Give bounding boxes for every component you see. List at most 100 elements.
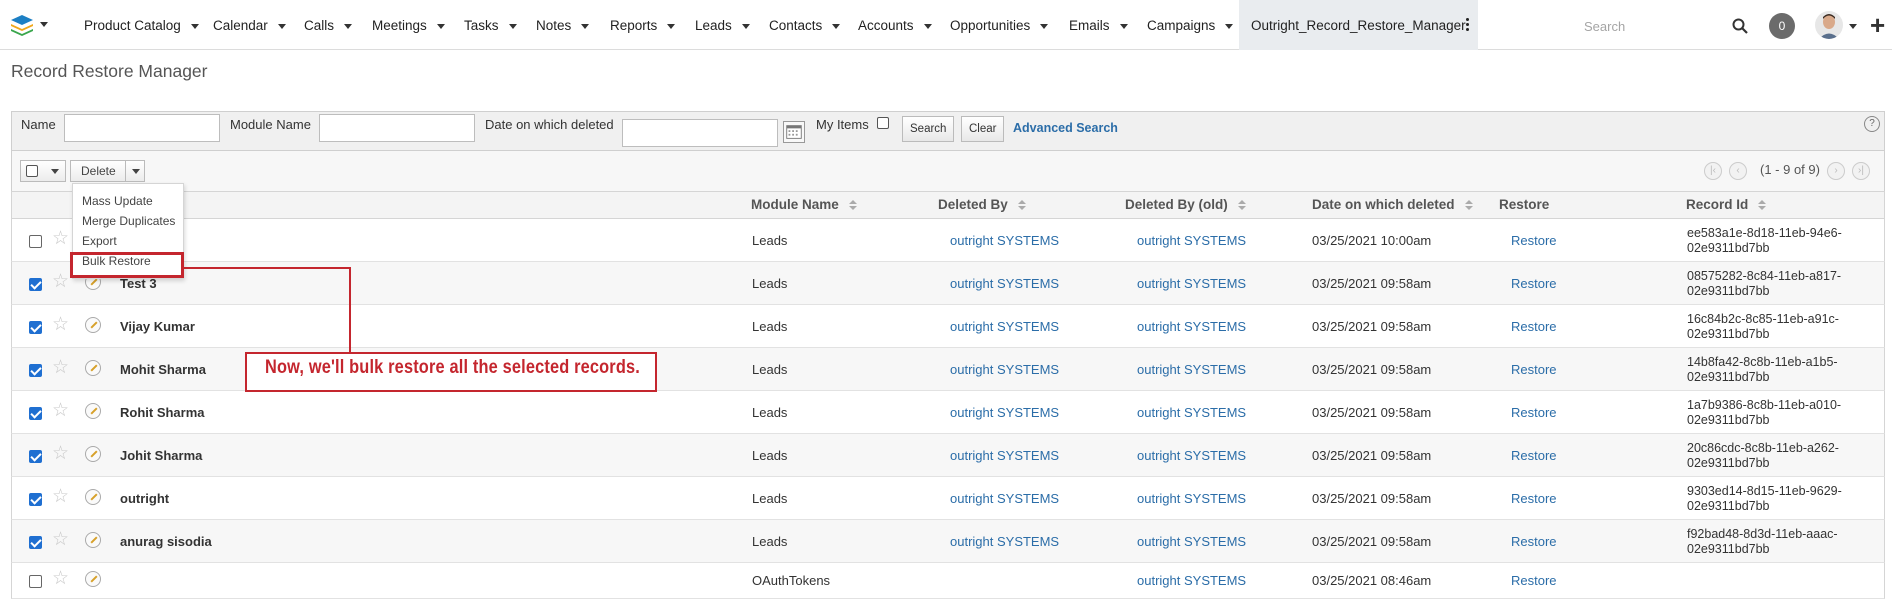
nav-item-campaigns[interactable]: Campaigns <box>1147 0 1234 50</box>
record-name[interactable]: anurag sisodia <box>120 534 212 549</box>
edit-pencil-icon[interactable] <box>85 532 101 548</box>
sort-icon[interactable] <box>1758 200 1767 210</box>
star-icon[interactable]: ☆ <box>52 229 69 248</box>
table-row[interactable]: ☆ Leads outright SYSTEMS outright SYSTEMS 03… <box>11 219 1885 262</box>
record-name[interactable]: Vijay Kumar <box>120 319 195 334</box>
column-header-deleted-by-old[interactable]: Deleted By (old) <box>1125 197 1246 212</box>
deleted-by-link[interactable]: outright SYSTEMS <box>950 448 1059 463</box>
star-icon[interactable]: ☆ <box>52 401 69 420</box>
delete-label[interactable]: Delete <box>81 164 116 178</box>
restore-link[interactable]: Restore <box>1511 573 1557 588</box>
row-checkbox[interactable] <box>29 321 42 334</box>
nav-item-accounts[interactable]: Accounts <box>858 0 932 50</box>
deleted-by-link[interactable]: outright SYSTEMS <box>950 491 1059 506</box>
clear-button[interactable]: Clear <box>961 116 1005 142</box>
edit-pencil-icon[interactable] <box>85 360 101 376</box>
deleted-by-old-link[interactable]: outright SYSTEMS <box>1137 491 1246 506</box>
table-row[interactable]: ☆ OAuthTokens outright SYSTEMS 03/25/2021 0… <box>11 563 1885 599</box>
record-name[interactable]: Johit Sharma <box>120 448 202 463</box>
restore-link[interactable]: Restore <box>1511 319 1557 334</box>
nav-item-record-restore-manager[interactable]: Outright_Record_Restore_Manager <box>1239 0 1478 50</box>
avatar[interactable] <box>1815 11 1843 39</box>
restore-link[interactable]: Restore <box>1511 276 1557 291</box>
record-name[interactable]: Rohit Sharma <box>120 405 205 420</box>
advanced-search-link[interactable]: Advanced Search <box>1013 121 1118 135</box>
nav-item-emails[interactable]: Emails <box>1069 0 1128 50</box>
table-row[interactable]: ☆ Vijay Kumar Leads outright SYSTEMS outrigh… <box>11 305 1885 348</box>
next-page-icon[interactable]: › <box>1827 162 1845 180</box>
deleted-by-old-link[interactable]: outright SYSTEMS <box>1137 405 1246 420</box>
chevron-down-icon[interactable] <box>741 23 750 29</box>
chevron-down-icon[interactable] <box>667 23 676 29</box>
deleted-by-link[interactable]: outright SYSTEMS <box>950 233 1059 248</box>
star-icon[interactable]: ☆ <box>52 358 69 377</box>
chevron-down-icon[interactable] <box>1040 23 1049 29</box>
edit-pencil-icon[interactable] <box>85 571 101 587</box>
chevron-down-icon[interactable] <box>132 169 140 174</box>
first-page-icon[interactable]: |‹ <box>1704 162 1722 180</box>
row-checkbox[interactable] <box>29 235 42 248</box>
notification-badge[interactable]: 0 <box>1769 13 1795 39</box>
sort-icon[interactable] <box>848 200 857 210</box>
row-checkbox[interactable] <box>29 575 42 588</box>
nav-item-contacts[interactable]: Contacts <box>769 0 841 50</box>
global-search-input[interactable] <box>1580 12 1746 40</box>
menu-item-merge-duplicates[interactable]: Merge Duplicates <box>82 214 175 228</box>
edit-pencil-icon[interactable] <box>85 446 101 462</box>
chevron-down-icon[interactable] <box>51 169 59 174</box>
nav-item-calendar[interactable]: Calendar <box>213 0 286 50</box>
nav-item-calls[interactable]: Calls <box>304 0 353 50</box>
more-vertical-icon[interactable] <box>1466 18 1470 32</box>
record-name[interactable]: Mohit Sharma <box>120 362 206 377</box>
restore-link[interactable]: Restore <box>1511 448 1557 463</box>
edit-pencil-icon[interactable] <box>85 403 101 419</box>
deleted-by-old-link[interactable]: outright SYSTEMS <box>1137 448 1246 463</box>
last-page-icon[interactable]: ›| <box>1852 162 1870 180</box>
chevron-down-icon[interactable] <box>436 23 445 29</box>
chevron-down-icon[interactable] <box>832 23 841 29</box>
star-icon[interactable]: ☆ <box>52 444 69 463</box>
row-checkbox[interactable] <box>29 536 42 549</box>
star-icon[interactable]: ☆ <box>52 315 69 334</box>
nav-item-meetings[interactable]: Meetings <box>372 0 445 50</box>
help-icon[interactable]: ? <box>1864 116 1880 132</box>
menu-item-export[interactable]: Export <box>82 234 117 248</box>
plus-icon[interactable]: + <box>1870 12 1885 38</box>
deleted-by-old-link[interactable]: outright SYSTEMS <box>1137 276 1246 291</box>
search-icon[interactable] <box>1732 18 1748 34</box>
deleted-by-link[interactable]: outright SYSTEMS <box>950 319 1059 334</box>
restore-link[interactable]: Restore <box>1511 534 1557 549</box>
date-deleted-input[interactable] <box>622 119 778 147</box>
sort-icon[interactable] <box>1464 200 1473 210</box>
row-checkbox[interactable] <box>29 278 42 291</box>
name-input[interactable] <box>64 114 220 142</box>
restore-link[interactable]: Restore <box>1511 362 1557 377</box>
deleted-by-link[interactable]: outright SYSTEMS <box>950 534 1059 549</box>
deleted-by-old-link[interactable]: outright SYSTEMS <box>1137 573 1246 588</box>
deleted-by-old-link[interactable]: outright SYSTEMS <box>1137 534 1246 549</box>
row-checkbox[interactable] <box>29 407 42 420</box>
row-checkbox[interactable] <box>29 450 42 463</box>
select-all-dropdown[interactable] <box>20 160 66 182</box>
table-row[interactable]: ☆ Rohit Sharma Leads outright SYSTEMS outrig… <box>11 391 1885 434</box>
chevron-down-icon[interactable] <box>277 23 286 29</box>
sort-icon[interactable] <box>1237 200 1246 210</box>
edit-pencil-icon[interactable] <box>85 317 101 333</box>
chevron-down-icon[interactable] <box>190 23 199 29</box>
nav-item-tasks[interactable]: Tasks <box>464 0 517 50</box>
edit-pencil-icon[interactable] <box>85 489 101 505</box>
column-header-deleted-by[interactable]: Deleted By <box>938 197 1026 212</box>
sort-icon[interactable] <box>1017 200 1026 210</box>
star-icon[interactable]: ☆ <box>52 487 69 506</box>
chevron-down-icon[interactable] <box>923 23 932 29</box>
nav-item-product-catalog[interactable]: Product Catalog <box>84 0 199 50</box>
nav-item-reports[interactable]: Reports <box>610 0 676 50</box>
deleted-by-link[interactable]: outright SYSTEMS <box>950 276 1059 291</box>
chevron-down-icon[interactable] <box>1119 23 1128 29</box>
calendar-icon[interactable] <box>783 121 805 143</box>
table-row[interactable]: ☆ outright Leads outright SYSTEMS outright S… <box>11 477 1885 520</box>
nav-item-opportunities[interactable]: Opportunities <box>950 0 1049 50</box>
column-header-module-name[interactable]: Module Name <box>751 197 857 212</box>
chevron-down-icon[interactable] <box>508 23 517 29</box>
chevron-down-icon[interactable] <box>1225 23 1234 29</box>
